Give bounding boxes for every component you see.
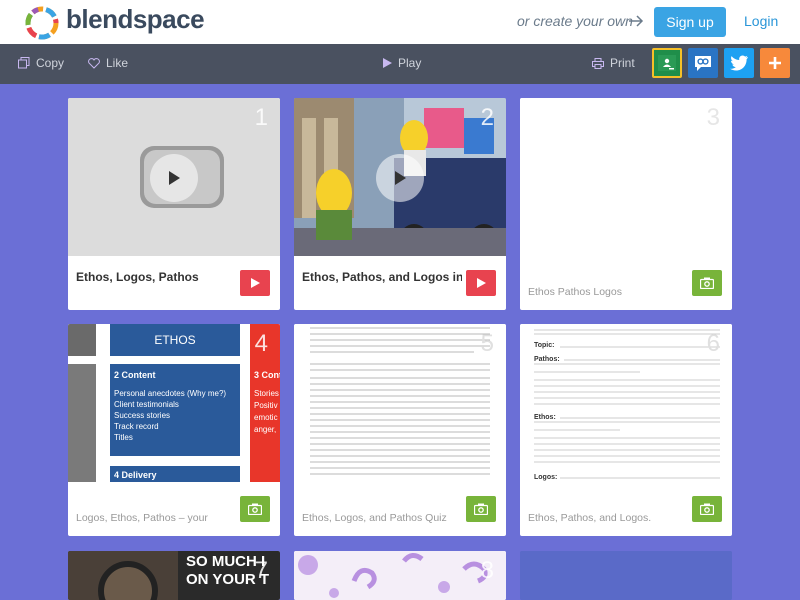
- remind-button[interactable]: [688, 48, 718, 78]
- slide-decor: [68, 324, 96, 356]
- card-thumbnail[interactable]: [520, 551, 732, 600]
- copy-button[interactable]: Copy: [18, 56, 64, 70]
- print-label: Print: [610, 56, 635, 70]
- print-button[interactable]: Print: [592, 56, 635, 70]
- blendspace-logo-icon[interactable]: [24, 5, 60, 41]
- card-thumbnail[interactable]: Topic: Pathos: Ethos: Logos: 6: [520, 324, 732, 482]
- card-2[interactable]: 2 Ethos, Pathos, and Logos in...: [294, 98, 506, 310]
- card-number: 6: [706, 330, 720, 357]
- slide-box-title: 2 Content: [114, 370, 156, 380]
- arrow-right-icon: [629, 15, 644, 27]
- like-label: Like: [106, 56, 129, 70]
- slide-content-box: 2 Content Personal anecdotes (Why me?) C…: [110, 364, 240, 456]
- card-title[interactable]: Ethos, Pathos, and Logos in...: [302, 270, 462, 284]
- card-thumbnail[interactable]: SO MUCH I ON YOUR T 7: [68, 551, 280, 600]
- signup-button[interactable]: Sign up: [654, 7, 726, 37]
- camera-icon: [700, 503, 714, 515]
- card-1[interactable]: 1 Ethos, Logos, Pathos: [68, 98, 280, 310]
- card-7[interactable]: SO MUCH I ON YOUR T 7: [68, 551, 280, 600]
- card-5[interactable]: 5 Ethos, Logos, and Pathos Quiz: [294, 324, 506, 536]
- image-type-button[interactable]: [692, 270, 722, 296]
- play-icon: [477, 278, 486, 288]
- camera-icon: [248, 503, 262, 515]
- google-classroom-button[interactable]: [652, 48, 682, 78]
- card-thumbnail[interactable]: 8: [294, 551, 506, 600]
- card-thumbnail[interactable]: ETHOS 2 Content Personal anecdotes (Why …: [68, 324, 280, 482]
- card-number: 5: [480, 330, 494, 357]
- like-button[interactable]: Like: [88, 56, 128, 70]
- printer-icon: [592, 57, 604, 69]
- card-number: 7: [254, 557, 268, 584]
- header: blendspace or create your own Sign up Lo…: [0, 0, 800, 44]
- image-type-button[interactable]: [240, 496, 270, 522]
- plus-icon: [769, 57, 781, 69]
- slide-box-title: 4 Delivery: [110, 466, 240, 482]
- slide-list-item: emotic: [254, 413, 278, 422]
- slide-list-item: Personal anecdotes (Why me?): [114, 389, 227, 398]
- play-icon: [383, 58, 392, 68]
- slide-box-list: Stories Positiv emotic anger,: [250, 380, 280, 436]
- play-button[interactable]: Play: [383, 56, 421, 70]
- card-thumbnail[interactable]: 5: [294, 324, 506, 482]
- create-own-link[interactable]: or create your own: [517, 13, 633, 29]
- copy-label: Copy: [36, 56, 65, 70]
- quiz-document-image: [310, 327, 490, 475]
- slide-list-item: Titles: [114, 433, 133, 442]
- card-subtitle[interactable]: Logos, Ethos, Pathos – your: [76, 512, 236, 524]
- card-number: 1: [254, 104, 268, 131]
- card-subtitle[interactable]: Ethos, Logos, and Pathos Quiz: [302, 512, 462, 524]
- video-type-button[interactable]: [466, 270, 496, 296]
- card-number: 4: [254, 330, 268, 357]
- play-overlay-icon[interactable]: [150, 154, 198, 202]
- card-4[interactable]: ETHOS 2 Content Personal anecdotes (Why …: [68, 324, 280, 536]
- play-overlay-icon[interactable]: [376, 154, 424, 202]
- card-3[interactable]: 3 Ethos Pathos Logos: [520, 98, 732, 310]
- toolbar: Copy Like Play Print: [0, 44, 800, 84]
- copy-icon: [18, 57, 30, 69]
- add-share-button[interactable]: [760, 48, 790, 78]
- slide-list-item: Positiv: [254, 401, 278, 410]
- slide-list-item: Client testimonials: [114, 400, 179, 409]
- card-title[interactable]: Ethos, Logos, Pathos: [76, 270, 236, 284]
- card-9[interactable]: [520, 551, 732, 600]
- play-label: Play: [398, 56, 422, 70]
- image-type-button[interactable]: [466, 496, 496, 522]
- image-type-button[interactable]: [692, 496, 722, 522]
- card-number: 2: [480, 104, 494, 131]
- video-type-button[interactable]: [240, 270, 270, 296]
- slide-list-item: Track record: [114, 422, 159, 431]
- play-icon: [251, 278, 260, 288]
- doc-lines-image: [534, 329, 720, 479]
- slide-decor: [68, 364, 96, 482]
- card-thumbnail[interactable]: 1: [68, 98, 280, 256]
- slide-list-item: anger,: [254, 425, 277, 434]
- twitter-button[interactable]: [724, 48, 754, 78]
- slide-list-item: Success stories: [114, 411, 171, 420]
- card-thumbnail[interactable]: 2: [294, 98, 506, 256]
- card-6[interactable]: Topic: Pathos: Ethos: Logos: 6 Ethos, Pa…: [520, 324, 732, 536]
- question-marks-pattern-image: [298, 553, 488, 598]
- card-8[interactable]: 8: [294, 551, 506, 600]
- card-subtitle[interactable]: Ethos Pathos Logos: [528, 286, 688, 298]
- card-number: 3: [706, 104, 720, 131]
- google-classroom-icon: [658, 55, 676, 71]
- card-number: 8: [480, 557, 494, 584]
- heart-icon: [88, 57, 100, 69]
- slide-heading: ETHOS: [110, 324, 240, 356]
- login-link[interactable]: Login: [744, 13, 778, 29]
- brand-name[interactable]: blendspace: [66, 4, 205, 35]
- twitter-icon: [730, 55, 748, 71]
- camera-icon: [700, 277, 714, 289]
- camera-icon: [474, 503, 488, 515]
- slide-box-list: Personal anecdotes (Why me?) Client test…: [110, 380, 240, 443]
- card-thumbnail[interactable]: 3: [520, 98, 732, 256]
- card-subtitle[interactable]: Ethos, Pathos, and Logos.: [528, 512, 688, 524]
- slide-list-item: Stories: [254, 389, 279, 398]
- remind-icon: [695, 56, 711, 71]
